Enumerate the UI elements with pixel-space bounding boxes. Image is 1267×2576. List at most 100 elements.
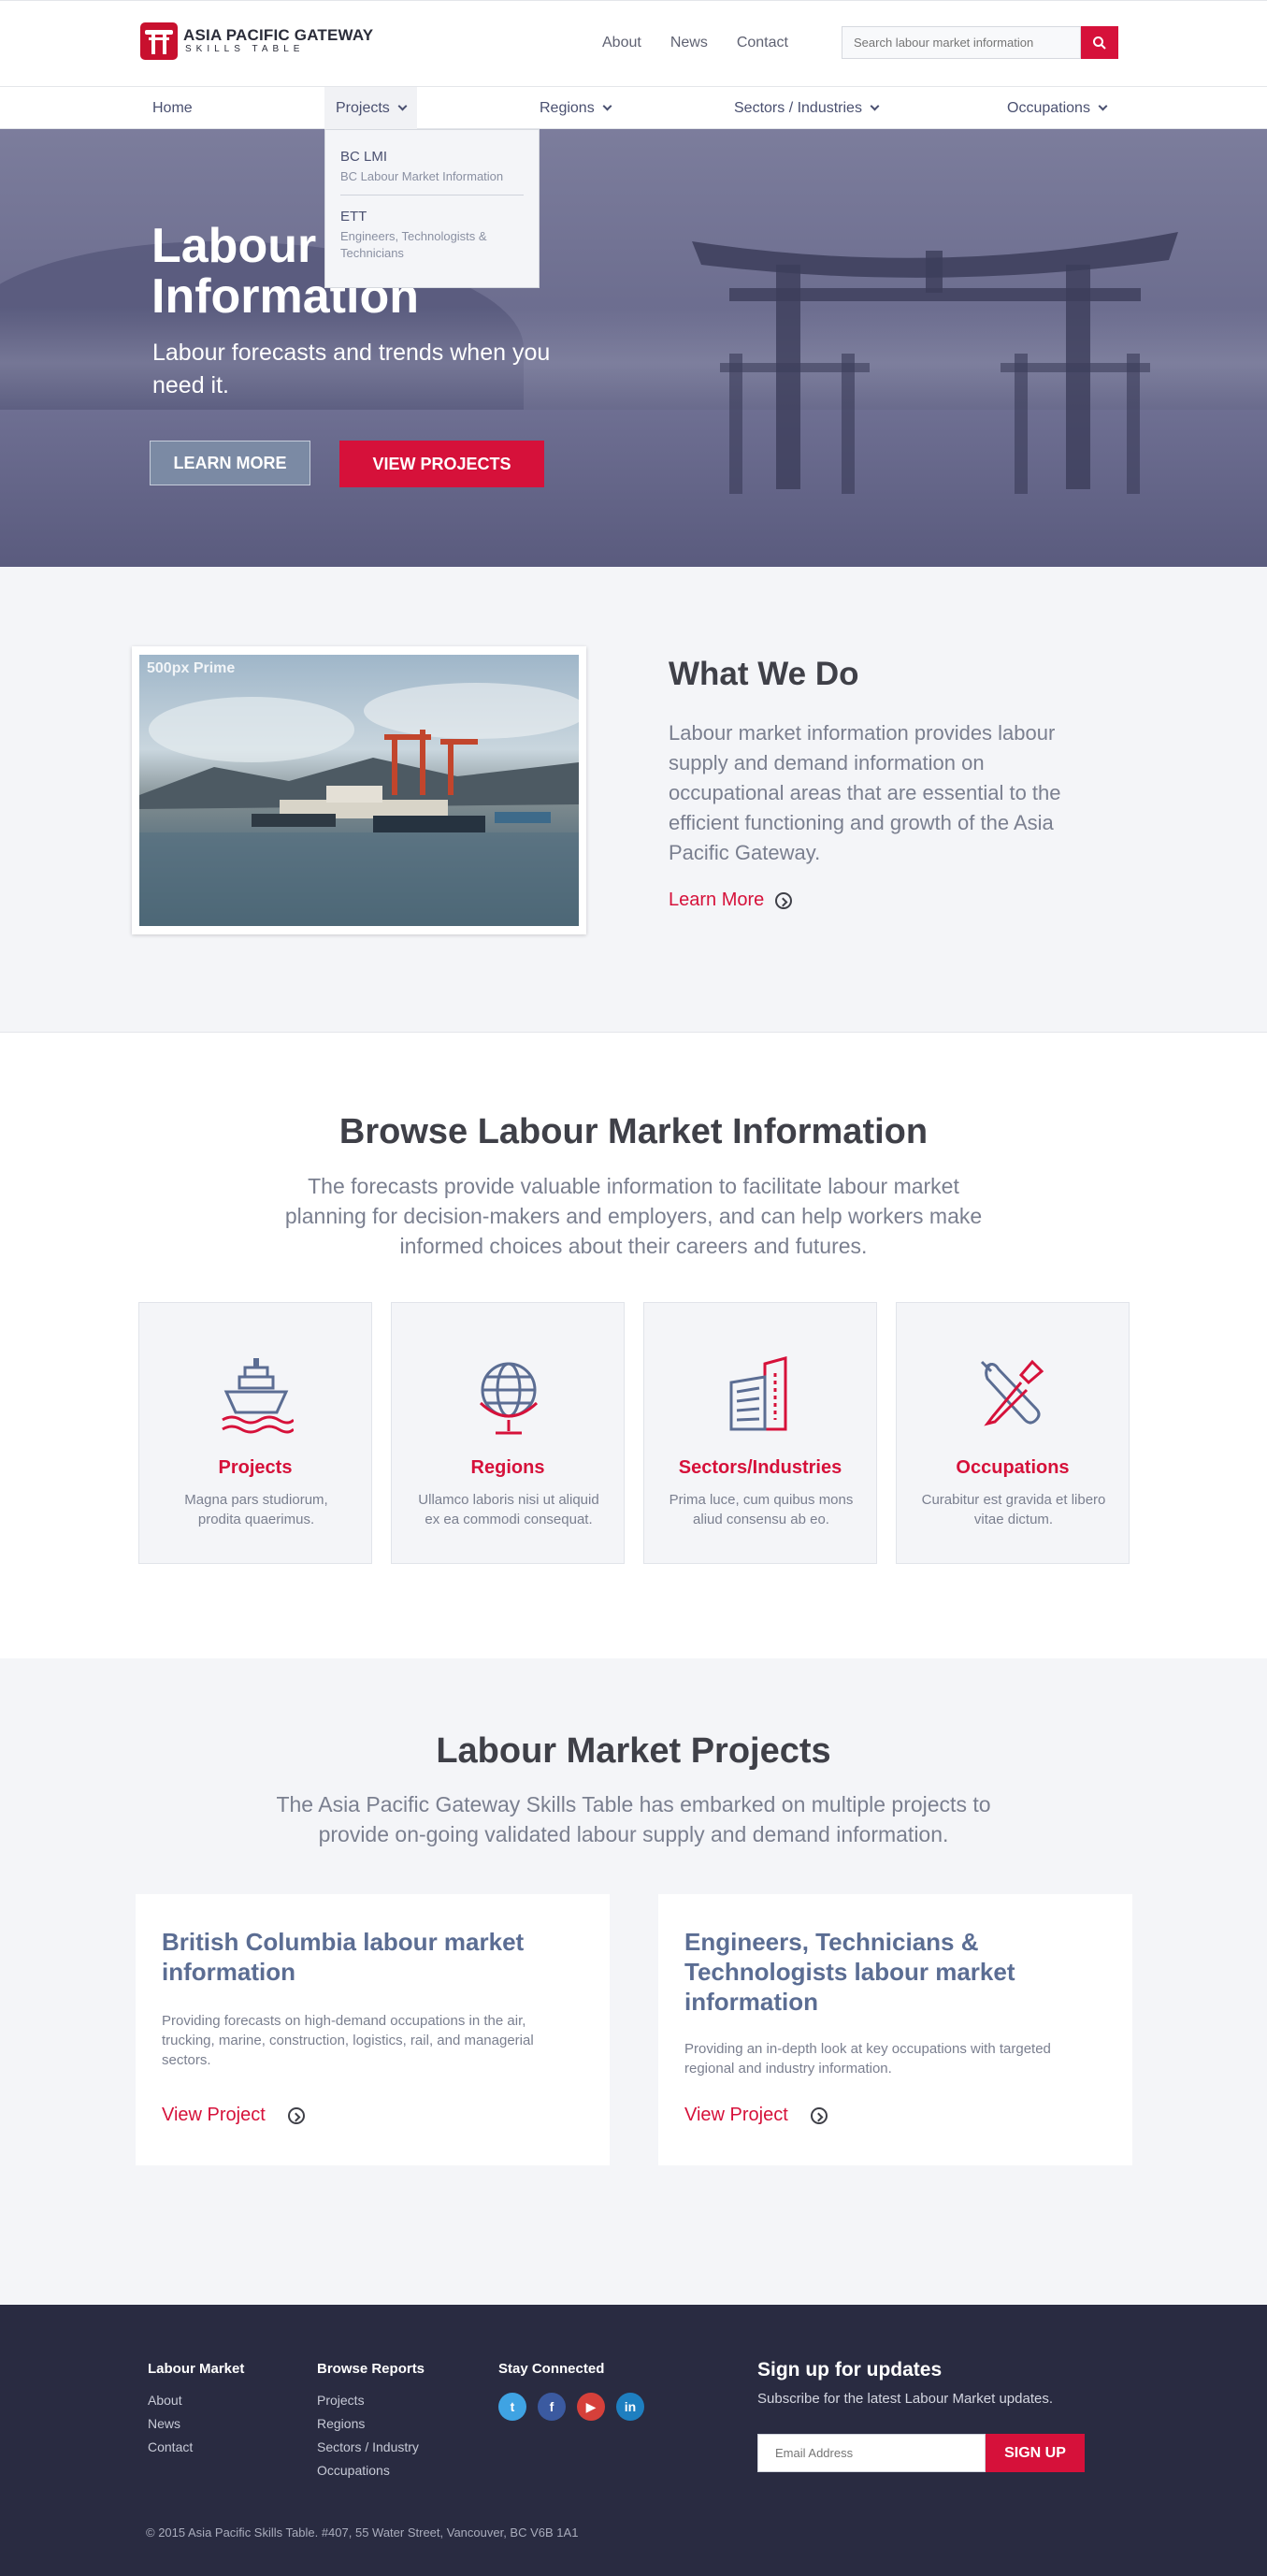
nav-occupations-label: Occupations [1007, 99, 1090, 116]
building-icon [729, 1356, 787, 1431]
browse-card-projects[interactable]: Projects Magna pars studiorum, prodita q… [138, 1302, 372, 1564]
dropdown-item-subtitle: Engineers, Technologists & Technicians [340, 229, 487, 260]
project-card-ett: Engineers, Technicians & Technologists l… [658, 1894, 1132, 2165]
dropdown-item-bc-lmi[interactable]: BC LMI BC Labour Market Information [340, 149, 524, 185]
browse-section: Browse Labour Market Information The for… [0, 1032, 1267, 1658]
nav-regions-label: Regions [540, 99, 595, 116]
what-we-do-learn-more-link[interactable]: Learn More [669, 890, 793, 911]
tools-icon [980, 1359, 1044, 1426]
browse-card-occupations[interactable]: Occupations Curabitur est gravida et lib… [896, 1302, 1130, 1564]
footer-link-news[interactable]: News [148, 2412, 193, 2436]
view-project-label: View Project [684, 2105, 788, 2125]
torii-logo-icon [140, 22, 178, 60]
view-project-label: View Project [162, 2105, 266, 2125]
project-card-bc: British Columbia labour market informati… [136, 1894, 610, 2165]
search-button[interactable] [1081, 26, 1118, 59]
dropdown-item-ett[interactable]: ETT Engineers, Technologists & Technicia… [340, 209, 524, 262]
nav-sectors[interactable]: Sectors / Industries [734, 87, 880, 129]
footer-link-occupations[interactable]: Occupations [317, 2459, 419, 2482]
footer-link-projects[interactable]: Projects [317, 2389, 419, 2412]
card-title: Projects [218, 1457, 293, 1478]
arrow-circle-icon [810, 2106, 828, 2124]
view-projects-button[interactable]: VIEW PROJECTS [339, 441, 544, 487]
projects-section: Labour Market Projects The Asia Pacific … [0, 1658, 1267, 2305]
facebook-icon[interactable]: f [538, 2393, 566, 2421]
twitter-icon[interactable]: t [498, 2393, 526, 2421]
top-link-news[interactable]: News [670, 35, 708, 51]
footer-link-sectors[interactable]: Sectors / Industry [317, 2436, 419, 2459]
arrow-circle-icon [287, 2106, 305, 2124]
browse-title: Browse Labour Market Information [338, 1112, 929, 1151]
top-link-contact[interactable]: Contact [737, 35, 788, 51]
search-input[interactable] [842, 26, 1081, 59]
photo-watermark: 500px Prime [147, 660, 236, 676]
footer-browse-reports-list: Projects Regions Sectors / Industry Occu… [317, 2389, 419, 2482]
projects-title: Labour Market Projects [436, 1731, 831, 1771]
footer-link-regions[interactable]: Regions [317, 2412, 419, 2436]
footer-browse-reports-title: Browse Reports [317, 2361, 425, 2377]
browse-card-sectors[interactable]: Sectors/Industries Prima luce, cum quibu… [643, 1302, 877, 1564]
torii-gate-graphic [692, 232, 1178, 494]
port-photo: 500px Prime [139, 655, 579, 926]
top-nav: About News Contact [602, 35, 817, 51]
signup-button[interactable]: SIGN UP [986, 2434, 1085, 2472]
learn-more-label: Learn More [669, 890, 765, 910]
chevron-down-icon [397, 101, 408, 111]
nav-occupations[interactable]: Occupations [1007, 87, 1108, 129]
social-links: t f ▶ in [498, 2393, 655, 2421]
dropdown-item-title: ETT [340, 209, 367, 224]
card-title: Regions [470, 1457, 545, 1478]
chevron-down-icon [1098, 101, 1108, 111]
chevron-down-icon [870, 101, 880, 111]
footer-link-about[interactable]: About [148, 2389, 193, 2412]
dropdown-item-subtitle: BC Labour Market Information [340, 169, 504, 183]
view-project-link[interactable]: View Project [684, 2105, 828, 2126]
signup-title: Sign up for updates [757, 2359, 943, 2381]
nav-projects[interactable]: Projects [324, 87, 417, 129]
hero-banner: Labour Information Labour forecasts and … [0, 129, 1267, 567]
footer-link-contact[interactable]: Contact [148, 2436, 193, 2459]
what-we-do-section: 500px Prime What We Do Labour market inf… [0, 567, 1267, 1032]
arrow-circle-icon [775, 891, 793, 909]
email-field[interactable] [757, 2434, 986, 2472]
browse-card-regions[interactable]: Regions Ullamco laboris nisi ut aliquid … [391, 1302, 625, 1564]
footer-labour-market-list: About News Contact [148, 2389, 193, 2459]
card-text: Ullamco laboris nisi ut aliquid ex ea co… [418, 1492, 599, 1527]
nav-home-label: Home [152, 99, 193, 116]
project-card-title[interactable]: Engineers, Technicians & Technologists l… [684, 1927, 1087, 2017]
youtube-icon[interactable]: ▶ [577, 2393, 605, 2421]
view-project-link[interactable]: View Project [162, 2105, 305, 2126]
learn-more-button[interactable]: LEARN MORE [150, 441, 310, 485]
dropdown-item-title: BC LMI [340, 149, 388, 165]
card-title: Sectors/Industries [678, 1457, 842, 1478]
card-text: Prima luce, cum quibus mons aliud consen… [669, 1492, 854, 1527]
top-link-about[interactable]: About [602, 35, 641, 51]
project-card-text: Providing forecasts on high-demand occup… [162, 2013, 534, 2068]
main-nav: Home Projects Regions Sectors / Industri… [0, 87, 1267, 129]
logo-title: ASIA PACIFIC GATEWAY [183, 26, 374, 44]
linkedin-icon[interactable]: in [616, 2393, 644, 2421]
what-we-do-text: Labour market information provides labou… [669, 721, 1061, 864]
top-header: ASIA PACIFIC GATEWAY SKILLS TABLE About … [0, 0, 1267, 87]
copyright-text: © 2015 Asia Pacific Skills Table. #407, … [146, 2525, 579, 2540]
projects-text: The Asia Pacific Gateway Skills Table ha… [276, 1792, 991, 1846]
site-footer: Labour Market About News Contact Browse … [0, 2305, 1267, 2576]
nav-projects-label: Projects [336, 99, 390, 116]
projects-dropdown-menu: BC LMI BC Labour Market Information ETT … [324, 129, 540, 288]
card-text: Magna pars studiorum, prodita quaerimus. [184, 1492, 328, 1527]
nav-sectors-label: Sectors / Industries [734, 99, 862, 116]
card-text: Curabitur est gravida et libero vitae di… [921, 1492, 1106, 1527]
logo-subtitle: SKILLS TABLE [185, 44, 305, 54]
harbour-image [139, 683, 579, 926]
nav-regions[interactable]: Regions [540, 87, 612, 129]
signup-subtitle: Subscribe for the latest Labour Market u… [757, 2391, 1054, 2407]
site-logo[interactable]: ASIA PACIFIC GATEWAY SKILLS TABLE [140, 22, 373, 60]
browse-text: The forecasts provide valuable informati… [284, 1174, 983, 1258]
project-card-title[interactable]: British Columbia labour market informati… [162, 1927, 564, 1987]
chevron-down-icon [602, 101, 612, 111]
project-card-text: Providing an in-depth look at key occupa… [684, 2041, 1051, 2077]
footer-stay-connected-title: Stay Connected [498, 2361, 605, 2377]
nav-home[interactable]: Home [152, 87, 193, 129]
globe-icon [479, 1362, 539, 1435]
footer-labour-market-title: Labour Market [148, 2361, 245, 2377]
